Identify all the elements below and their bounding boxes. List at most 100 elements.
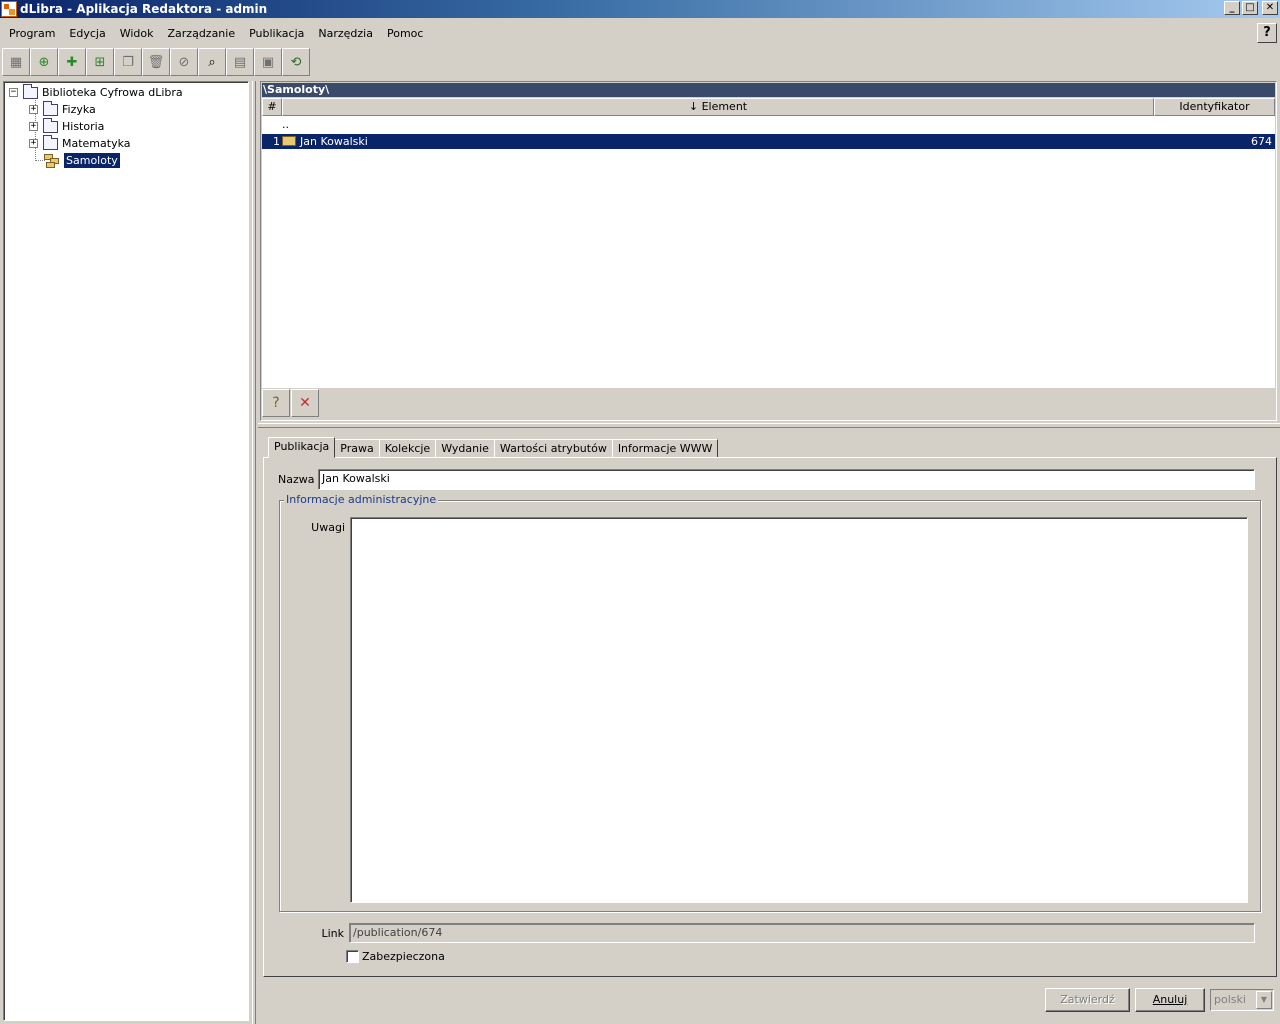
tab-publikacja[interactable]: Publikacja <box>268 437 336 458</box>
expand-expander-icon[interactable]: + <box>29 105 38 114</box>
document-icon: ▦ <box>9 54 23 70</box>
add-directory-icon: ⊕ <box>38 54 50 70</box>
menu-program[interactable]: Program <box>2 27 62 40</box>
tree-item-samoloty[interactable]: Samoloty <box>44 152 120 169</box>
add-publication-icon: ✚ <box>66 54 78 70</box>
detail-tabs: Publikacja Prawa Kolekcje Wydanie Wartoś… <box>268 437 719 458</box>
tree-root[interactable]: − Biblioteka Cyfrowa dLibra <box>9 83 183 101</box>
properties-icon: ▤ <box>233 54 247 70</box>
folder-icon <box>23 83 38 99</box>
tree-item-label: Fizyka <box>62 103 96 116</box>
search-button[interactable]: ⌕ <box>198 48 226 76</box>
publication-form: Nazwa Jan Kowalski Informacje administra… <box>263 457 1277 977</box>
expand-expander-icon[interactable]: + <box>29 139 38 148</box>
folder-icon <box>43 117 58 133</box>
help-pointer-button[interactable]: ? <box>1257 23 1277 43</box>
minimize-button[interactable]: _ <box>1224 1 1240 15</box>
tree-item-historia[interactable]: + Historia <box>29 117 105 135</box>
search-icon: ⌕ <box>208 54 216 70</box>
publication-remove-icon: ✕ <box>299 395 311 411</box>
current-path: \Samoloty\ <box>262 83 1275 97</box>
publish-button[interactable]: ▣ <box>254 48 282 76</box>
row-identifier: 674 <box>1251 135 1272 148</box>
delete-button[interactable]: 🗑 <box>142 48 170 76</box>
row-number: 1 <box>273 135 280 148</box>
tree-item-matematyka[interactable]: + Matematyka <box>29 134 131 152</box>
menu-edycja[interactable]: Edycja <box>62 27 112 40</box>
expand-expander-icon[interactable]: + <box>29 122 38 131</box>
row-element-name: Jan Kowalski <box>300 135 368 148</box>
properties-button[interactable]: ▤ <box>226 48 254 76</box>
main-toolbar: ▦ ⊕ ✚ ⊞ ❐ 🗑 ⊘ ⌕ ▤ ▣ ⟲ <box>2 48 310 76</box>
notes-label: Uwagi <box>311 521 345 534</box>
confirm-button[interactable]: Zatwierdź <box>1045 988 1130 1012</box>
remove-icon: ⊘ <box>178 54 190 70</box>
publication-remove-button[interactable]: ✕ <box>291 389 319 417</box>
column-header-identifier[interactable]: Identyfikator <box>1154 98 1275 116</box>
parent-row-label: .. <box>282 118 289 131</box>
folder-icon <box>43 100 58 116</box>
vertical-splitter[interactable] <box>252 81 256 1024</box>
admin-info-group: Informacje administracyjne Uwagi <box>279 493 1261 912</box>
menu-publikacja[interactable]: Publikacja <box>242 27 311 40</box>
menu-bar: Program Edycja Widok Zarządzanie Publika… <box>0 22 1280 44</box>
add-edition-icon: ⊞ <box>94 54 106 70</box>
title-bar: dLibra - Aplikacja Redaktora - admin _ □… <box>0 0 1280 18</box>
refresh-button[interactable]: ⟲ <box>282 48 310 76</box>
delete-icon: 🗑 <box>147 54 165 70</box>
help-pointer-icon: ? <box>1263 25 1271 40</box>
table-row[interactable]: 1 Jan Kowalski 674 <box>262 134 1275 149</box>
menu-zarzadzanie[interactable]: Zarządzanie <box>161 27 243 40</box>
add-directory-button[interactable]: ⊕ <box>30 48 58 76</box>
menu-widok[interactable]: Widok <box>113 27 161 40</box>
document-button[interactable]: ▦ <box>2 48 30 76</box>
refresh-icon: ⟲ <box>290 54 302 70</box>
name-field[interactable]: Jan Kowalski <box>318 469 1255 490</box>
element-list[interactable]: # ↓ Element Identyfikator .. 1 Jan Kowal… <box>262 98 1275 388</box>
tree-root-label: Biblioteka Cyfrowa dLibra <box>42 86 183 99</box>
list-toolbar: ? ✕ <box>262 389 319 419</box>
secured-label: Zabezpieczona <box>362 950 445 963</box>
secured-checkbox[interactable] <box>346 950 359 963</box>
notes-textarea[interactable] <box>350 517 1248 903</box>
tab-prawa[interactable]: Prawa <box>334 439 380 458</box>
element-list-panel: \Samoloty\ # ↓ Element Identyfikator .. … <box>260 81 1277 421</box>
directory-tree[interactable]: − Biblioteka Cyfrowa dLibra + Fizyka + H… <box>3 81 249 1021</box>
parent-row[interactable]: .. <box>262 117 1275 132</box>
close-button[interactable]: ✕ <box>1262 1 1278 15</box>
copy-button[interactable]: ❐ <box>114 48 142 76</box>
language-select[interactable]: polski ▼ <box>1210 989 1274 1011</box>
name-label: Nazwa <box>278 473 315 486</box>
admin-info-title: Informacje administracyjne <box>284 493 439 506</box>
add-publication-button[interactable]: ✚ <box>58 48 86 76</box>
chevron-down-icon[interactable]: ▼ <box>1256 991 1272 1009</box>
link-field[interactable]: /publication/674 <box>349 923 1255 943</box>
tab-informacje-www[interactable]: Informacje WWW <box>611 439 719 458</box>
menu-pomoc[interactable]: Pomoc <box>380 27 430 40</box>
horizontal-splitter[interactable] <box>258 423 1280 428</box>
tree-item-label: Samoloty <box>64 153 120 168</box>
collapse-expander-icon[interactable]: − <box>9 88 18 97</box>
remove-button[interactable]: ⊘ <box>170 48 198 76</box>
tree-item-fizyka[interactable]: + Fizyka <box>29 100 96 118</box>
tab-wartosci-atrybutow[interactable]: Wartości atrybutów <box>493 439 613 458</box>
publication-info-button[interactable]: ? <box>262 389 290 417</box>
cancel-button[interactable]: Anuluj <box>1135 988 1205 1012</box>
tab-wydanie[interactable]: Wydanie <box>435 439 495 458</box>
column-header-number[interactable]: # <box>262 98 282 116</box>
maximize-button[interactable]: □ <box>1242 1 1258 15</box>
publication-help-icon: ? <box>272 395 280 411</box>
column-header-element[interactable]: ↓ Element <box>282 98 1154 116</box>
tree-item-label: Matematyka <box>62 137 131 150</box>
copy-icon: ❐ <box>122 54 134 70</box>
folder-icon <box>43 134 58 150</box>
link-label: Link <box>321 927 344 940</box>
add-edition-button[interactable]: ⊞ <box>86 48 114 76</box>
menu-narzedzia[interactable]: Narzędzia <box>311 27 380 40</box>
window-title: dLibra - Aplikacja Redaktora - admin <box>20 2 268 16</box>
publication-icon <box>282 136 296 146</box>
tree-item-label: Historia <box>62 120 105 133</box>
tab-kolekcje[interactable]: Kolekcje <box>378 439 437 458</box>
app-logo-icon <box>1 1 17 17</box>
publication-group-icon <box>44 153 62 168</box>
